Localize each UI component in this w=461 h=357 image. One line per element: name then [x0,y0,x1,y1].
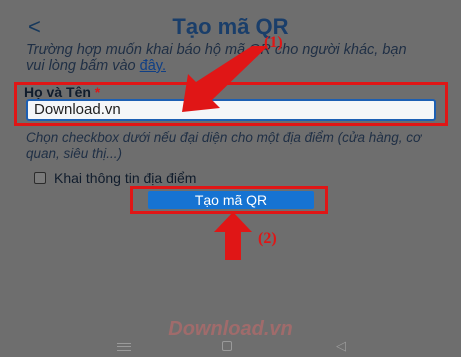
system-navbar: ◁ [0,336,461,357]
arrow-step1 [182,46,268,112]
step1-annotation: (1) [264,34,283,51]
qr-declaration-screen: < Tạo mã QR Trường hợp muốn khai báo hộ … [0,0,461,357]
annotation-arrows [182,46,268,260]
home-icon[interactable] [222,341,232,351]
menu-icon[interactable] [117,343,131,351]
nav-back-icon[interactable]: ◁ [336,338,346,354]
arrow-step2 [214,212,252,260]
step2-annotation: (2) [258,230,277,247]
